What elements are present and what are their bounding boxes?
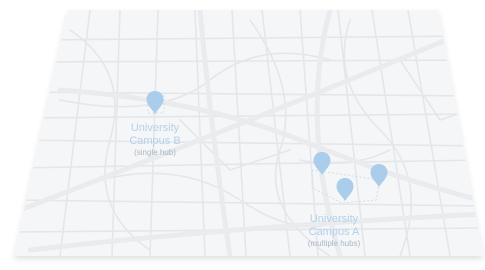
campus-a-note: (multiple hubs) bbox=[308, 239, 361, 248]
campus-a-name-line1: University bbox=[310, 213, 359, 225]
map-canvas[interactable]: University Campus B (single hub) Univers… bbox=[0, 0, 485, 270]
campus-a-name-line2: Campus A bbox=[309, 226, 360, 238]
campus-b-name-line1: University bbox=[131, 122, 180, 134]
campus-b-note: (single hub) bbox=[134, 148, 176, 157]
campus-b-name-line2: Campus B bbox=[129, 135, 180, 147]
